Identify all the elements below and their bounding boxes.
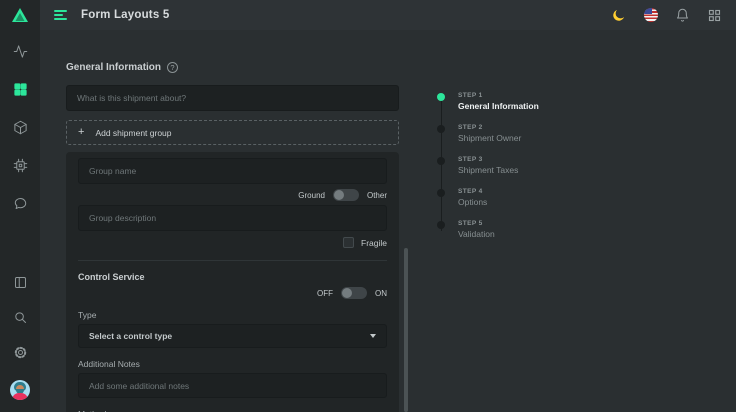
step-title: Options (458, 197, 487, 207)
fragile-checkbox[interactable] (343, 237, 354, 248)
theme-toggle-button[interactable] (611, 8, 626, 23)
step-title: Shipment Owner (458, 133, 521, 143)
notes-label: Additional Notes (78, 359, 387, 369)
grid-icon (13, 82, 28, 97)
plus-icon: + (78, 127, 84, 138)
app-menu-button[interactable] (707, 8, 722, 23)
shipment-about-input[interactable] (66, 85, 399, 111)
sidebar-bottom-nav (10, 275, 30, 412)
step-item-shipment-owner[interactable]: STEP 2 Shipment Owner (437, 124, 637, 143)
sidebar (0, 0, 40, 412)
off-on-toggle[interactable] (341, 287, 367, 299)
main-content: General Information ? + Add shipment gro… (40, 30, 736, 412)
group-name-input[interactable] (78, 158, 387, 184)
ground-other-toggle-row: Ground Other (78, 189, 387, 201)
sidebar-item-layouts[interactable] (13, 82, 28, 97)
step-title: Validation (458, 229, 495, 239)
step-dot-active (437, 93, 445, 101)
toggle-knob (342, 288, 352, 298)
step-item-general-information[interactable]: STEP 1 General Information (437, 92, 637, 111)
layout-columns-icon (13, 275, 28, 290)
additional-notes-input[interactable] (78, 373, 387, 398)
group-description-input[interactable] (78, 205, 387, 231)
control-service-label: Control Service (78, 272, 387, 282)
header-actions (611, 8, 722, 23)
sidebar-item-search[interactable] (13, 310, 28, 325)
sidebar-nav (13, 30, 28, 211)
fragile-row: Fragile (78, 237, 387, 248)
apps-grid-icon (707, 8, 722, 23)
step-label: STEP 2 (458, 124, 521, 131)
sidebar-item-settings[interactable] (13, 345, 28, 360)
sidebar-item-messages[interactable] (13, 196, 28, 211)
us-flag-icon (644, 8, 658, 22)
language-selector[interactable] (643, 8, 658, 23)
card-divider (78, 260, 387, 261)
help-icon[interactable]: ? (167, 62, 178, 73)
logo-triangle-icon (11, 7, 29, 23)
search-icon (13, 310, 28, 325)
ground-label: Ground (298, 191, 325, 200)
chat-bubble-icon (13, 196, 28, 211)
cpu-icon (13, 158, 28, 173)
form-scrollbar[interactable] (404, 248, 408, 412)
section-title: General Information (66, 62, 161, 73)
bell-icon (675, 8, 690, 23)
sidebar-item-hardware[interactable] (13, 158, 28, 173)
app-logo[interactable] (0, 0, 40, 30)
sidebar-toggle-button[interactable] (54, 10, 68, 20)
cube-icon (13, 120, 28, 135)
avatar-shirt (12, 393, 28, 400)
section-header: General Information ? (66, 62, 399, 73)
app-window: Form Layouts 5 (0, 0, 736, 412)
sidebar-item-activity[interactable] (13, 44, 28, 59)
add-shipment-group-label: Add shipment group (95, 128, 171, 138)
step-label: STEP 4 (458, 188, 487, 195)
control-type-select[interactable]: Select a control type (78, 324, 387, 348)
top-header: Form Layouts 5 (40, 0, 736, 30)
step-title: Shipment Taxes (458, 165, 518, 175)
pulse-icon (13, 44, 28, 59)
gear-icon (13, 345, 28, 360)
step-label: STEP 1 (458, 92, 539, 99)
page-title: Form Layouts 5 (81, 9, 169, 21)
shipment-group-card: Ground Other Fragile Control Service OFF… (66, 152, 399, 412)
off-label: OFF (317, 289, 333, 298)
add-shipment-group-button[interactable]: + Add shipment group (66, 120, 399, 145)
moon-icon (611, 8, 626, 23)
chevron-down-icon (370, 334, 376, 338)
step-item-options[interactable]: STEP 4 Options (437, 188, 637, 207)
fragile-label: Fragile (361, 238, 387, 248)
step-title: General Information (458, 101, 539, 111)
sidebar-item-components[interactable] (13, 120, 28, 135)
step-label: STEP 5 (458, 220, 495, 227)
toggle-knob (334, 190, 344, 200)
off-on-toggle-row: OFF ON (78, 287, 387, 299)
step-dot (437, 189, 445, 197)
step-item-shipment-taxes[interactable]: STEP 3 Shipment Taxes (437, 156, 637, 175)
ground-other-toggle[interactable] (333, 189, 359, 201)
step-dot (437, 221, 445, 229)
on-label: ON (375, 289, 387, 298)
other-label: Other (367, 191, 387, 200)
notifications-button[interactable] (675, 8, 690, 23)
control-type-value: Select a control type (89, 331, 172, 341)
shipment-form: General Information ? + Add shipment gro… (66, 62, 399, 412)
user-avatar[interactable] (10, 380, 30, 400)
step-dot (437, 125, 445, 133)
step-item-validation[interactable]: STEP 5 Validation (437, 220, 637, 239)
wizard-steps: STEP 1 General Information STEP 2 Shipme… (437, 92, 637, 252)
step-dot (437, 157, 445, 165)
sidebar-item-layout-toggle[interactable] (13, 275, 28, 290)
type-label: Type (78, 310, 387, 320)
step-label: STEP 3 (458, 156, 518, 163)
